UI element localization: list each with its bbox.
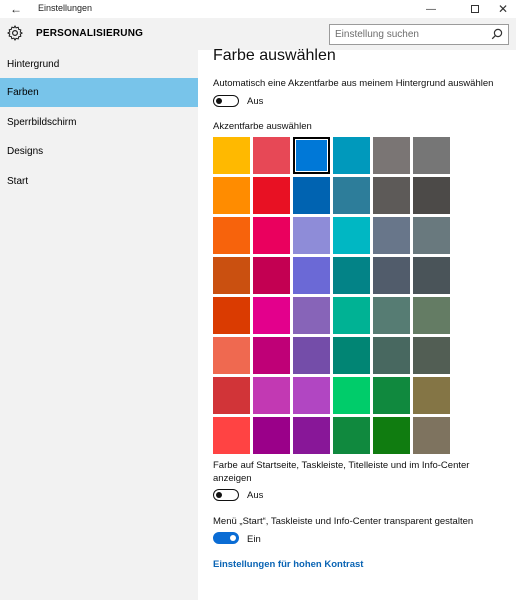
transparent-toggle[interactable] bbox=[213, 532, 239, 544]
color-swatch[interactable] bbox=[333, 137, 370, 174]
show-color-toggle[interactable] bbox=[213, 489, 239, 501]
show-color-label: Farbe auf Startseite, Taskleiste, Titell… bbox=[213, 460, 470, 471]
toggle-knob bbox=[216, 491, 222, 498]
color-swatch[interactable] bbox=[293, 417, 330, 454]
color-swatch[interactable] bbox=[213, 297, 250, 334]
sidebar-item-label: Designs bbox=[7, 146, 44, 157]
title-bar: ← Einstellungen — ✕ bbox=[0, 0, 516, 18]
color-swatch[interactable] bbox=[253, 257, 290, 294]
color-swatch[interactable] bbox=[253, 337, 290, 374]
auto-accent-state: Aus bbox=[247, 96, 264, 107]
color-swatch[interactable] bbox=[333, 417, 370, 454]
sidebar-item-hintergrund[interactable]: Hintergrund bbox=[0, 50, 198, 79]
high-contrast-link[interactable]: Einstellungen für hohen Kontrast bbox=[213, 559, 363, 570]
color-swatch[interactable] bbox=[373, 297, 410, 334]
color-swatch[interactable] bbox=[213, 217, 250, 254]
main-content: Farbe auswählen Automatisch eine Akzentf… bbox=[198, 47, 516, 600]
window-title: Einstellungen bbox=[38, 3, 93, 13]
color-swatch[interactable] bbox=[253, 177, 290, 214]
sidebar-item-label: Sperrbildschirm bbox=[7, 117, 77, 128]
minimize-button[interactable]: — bbox=[414, 0, 448, 18]
color-swatch[interactable] bbox=[293, 217, 330, 254]
toggle-knob bbox=[230, 534, 236, 541]
color-swatch[interactable] bbox=[413, 377, 450, 414]
sidebar-item-sperrbildschirm[interactable]: Sperrbildschirm bbox=[0, 108, 198, 137]
color-swatch[interactable] bbox=[213, 337, 250, 374]
sidebar-item-designs[interactable]: Designs bbox=[0, 137, 198, 166]
page-title: Farbe auswählen bbox=[213, 47, 336, 64]
color-swatch[interactable] bbox=[293, 297, 330, 334]
close-icon: ✕ bbox=[497, 2, 509, 16]
back-button[interactable]: ← bbox=[0, 0, 32, 18]
accent-heading: Akzentfarbe auswählen bbox=[213, 121, 312, 132]
sidebar-item-label: Farben bbox=[7, 87, 39, 98]
search-box[interactable] bbox=[329, 24, 509, 45]
color-swatch[interactable] bbox=[413, 417, 450, 454]
show-color-label-cont: anzeigen bbox=[213, 473, 252, 484]
color-swatch[interactable] bbox=[373, 337, 410, 374]
color-swatch[interactable] bbox=[293, 257, 330, 294]
transparent-label: Menü „Start“, Taskleiste und Info-Center… bbox=[213, 516, 474, 527]
show-color-state: Aus bbox=[247, 490, 264, 501]
color-swatch[interactable] bbox=[413, 137, 450, 174]
color-swatch[interactable] bbox=[333, 257, 370, 294]
color-swatch[interactable] bbox=[213, 377, 250, 414]
transparent-state: Ein bbox=[247, 534, 261, 545]
color-swatch[interactable] bbox=[373, 137, 410, 174]
color-swatch[interactable] bbox=[213, 417, 250, 454]
color-swatch[interactable] bbox=[253, 137, 290, 174]
color-swatch[interactable] bbox=[413, 297, 450, 334]
color-swatch[interactable] bbox=[293, 337, 330, 374]
arrow-left-icon: ← bbox=[10, 2, 22, 16]
auto-accent-label: Automatisch eine Akzentfarbe aus meinem … bbox=[213, 78, 494, 89]
toggle-knob bbox=[216, 97, 222, 104]
color-swatch[interactable] bbox=[333, 297, 370, 334]
color-swatch[interactable] bbox=[293, 377, 330, 414]
color-swatch[interactable] bbox=[413, 337, 450, 374]
color-swatch[interactable] bbox=[213, 257, 250, 294]
maximize-icon bbox=[471, 5, 479, 13]
auto-accent-toggle[interactable] bbox=[213, 95, 239, 107]
gear-icon bbox=[7, 25, 23, 41]
settings-header: PERSONALISIERUNG bbox=[0, 18, 516, 50]
color-swatch[interactable] bbox=[253, 217, 290, 254]
color-swatch[interactable] bbox=[333, 217, 370, 254]
search-input[interactable] bbox=[330, 25, 486, 44]
color-swatch[interactable] bbox=[373, 417, 410, 454]
color-swatch[interactable] bbox=[213, 137, 250, 174]
color-swatch[interactable] bbox=[293, 177, 330, 214]
sidebar-item-farben[interactable]: Farben bbox=[0, 78, 198, 107]
color-swatch[interactable] bbox=[333, 377, 370, 414]
color-swatch[interactable] bbox=[413, 217, 450, 254]
sidebar: Hintergrund Farben Sperrbildschirm Desig… bbox=[0, 50, 198, 600]
color-swatch[interactable] bbox=[333, 177, 370, 214]
sidebar-item-label: Start bbox=[7, 176, 29, 187]
color-swatch[interactable] bbox=[373, 217, 410, 254]
color-swatch[interactable] bbox=[373, 377, 410, 414]
color-swatch[interactable] bbox=[413, 257, 450, 294]
color-swatch[interactable] bbox=[253, 417, 290, 454]
color-swatch[interactable] bbox=[373, 177, 410, 214]
color-swatch[interactable] bbox=[253, 297, 290, 334]
sidebar-item-start[interactable]: Start bbox=[0, 167, 198, 196]
minimize-icon: — bbox=[426, 3, 436, 15]
color-swatch[interactable] bbox=[333, 337, 370, 374]
accent-color-grid bbox=[213, 137, 450, 454]
color-swatch[interactable] bbox=[373, 257, 410, 294]
sidebar-item-label: Hintergrund bbox=[7, 59, 60, 70]
color-swatch[interactable] bbox=[213, 177, 250, 214]
section-title: PERSONALISIERUNG bbox=[36, 28, 144, 39]
close-button[interactable]: ✕ bbox=[486, 0, 516, 18]
color-swatch[interactable] bbox=[253, 377, 290, 414]
color-swatch[interactable] bbox=[293, 137, 330, 174]
search-icon[interactable] bbox=[491, 28, 503, 40]
color-swatch[interactable] bbox=[413, 177, 450, 214]
